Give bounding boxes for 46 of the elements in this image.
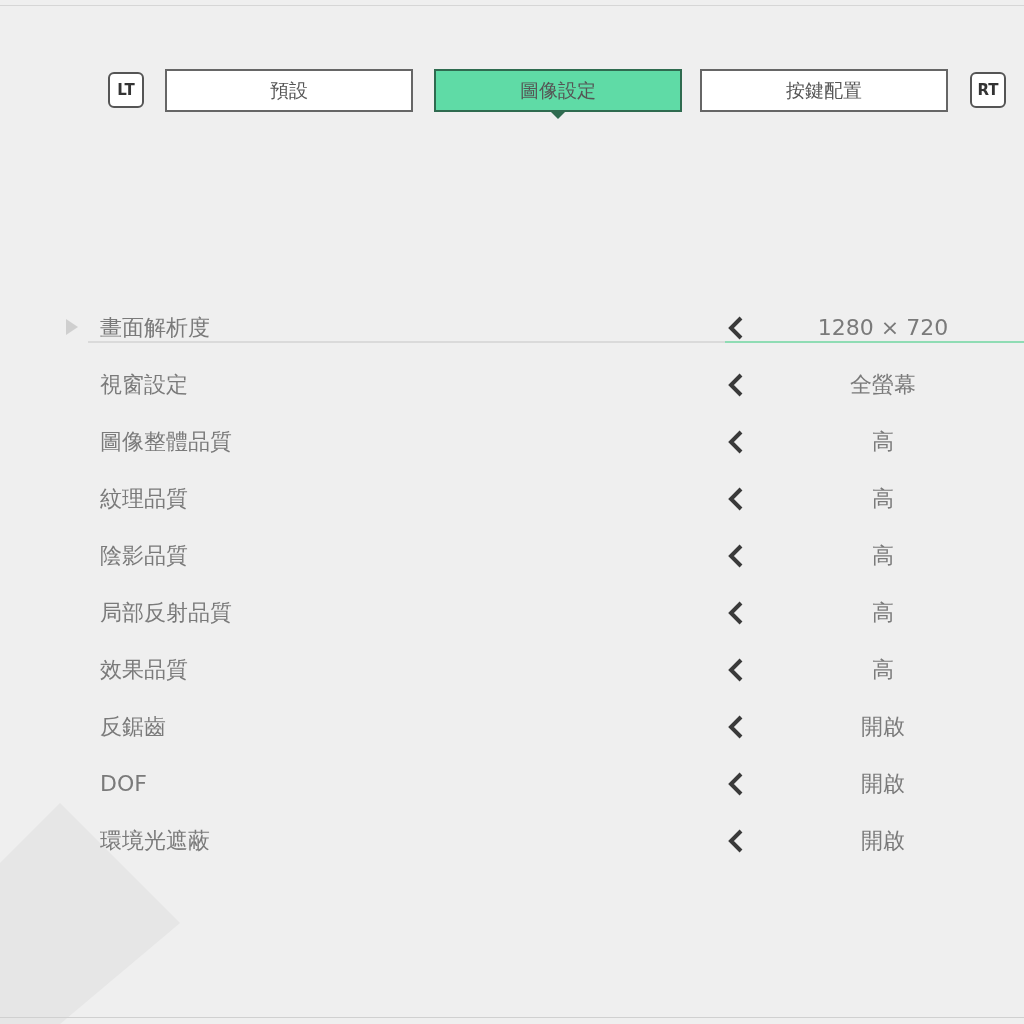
setting-row[interactable]: 反鋸齒 開啟 bbox=[0, 698, 1024, 755]
setting-value: 開啟 bbox=[860, 770, 906, 798]
chevron-left-icon[interactable] bbox=[726, 373, 744, 397]
setting-row[interactable]: 環境光遮蔽 開啟 bbox=[0, 812, 1024, 869]
setting-value: 全螢幕 bbox=[849, 371, 917, 399]
shoulder-key-icon[interactable]: LT bbox=[108, 72, 144, 108]
tab-pointer-icon bbox=[549, 109, 567, 119]
chevron-left-icon[interactable] bbox=[726, 658, 744, 682]
chevron-left-icon[interactable] bbox=[726, 715, 744, 739]
setting-row[interactable]: 視窗設定 全螢幕 bbox=[0, 356, 1024, 413]
setting-value: 開啟 bbox=[860, 713, 906, 741]
selection-arrow-icon bbox=[66, 319, 78, 335]
setting-value: 高 bbox=[871, 485, 895, 513]
chevron-left-icon[interactable] bbox=[726, 430, 744, 454]
setting-label: 畫面解析度 bbox=[100, 314, 210, 342]
tab[interactable]: 按鍵配置 bbox=[700, 68, 948, 112]
setting-label: 陰影品質 bbox=[100, 542, 188, 570]
setting-label: 視窗設定 bbox=[100, 371, 188, 399]
chevron-left-icon[interactable] bbox=[726, 601, 744, 625]
setting-label: 局部反射品質 bbox=[100, 599, 232, 627]
chevron-left-icon[interactable] bbox=[726, 487, 744, 511]
setting-value: 高 bbox=[871, 656, 895, 684]
setting-label: 效果品質 bbox=[100, 656, 188, 684]
tab[interactable]: 預設 bbox=[165, 68, 413, 112]
setting-row[interactable]: DOF 開啟 bbox=[0, 755, 1024, 812]
setting-value: 高 bbox=[871, 428, 895, 456]
setting-label: DOF bbox=[100, 770, 147, 798]
setting-row[interactable]: 畫面解析度 1280 × 720 bbox=[0, 299, 1024, 356]
setting-label: 紋理品質 bbox=[100, 485, 188, 513]
chevron-left-icon[interactable] bbox=[726, 316, 744, 340]
setting-row[interactable]: 局部反射品質 高 bbox=[0, 584, 1024, 641]
setting-value: 高 bbox=[871, 599, 895, 627]
setting-row[interactable]: 陰影品質 高 bbox=[0, 527, 1024, 584]
setting-value: 開啟 bbox=[860, 827, 906, 855]
chevron-left-icon[interactable] bbox=[726, 772, 744, 796]
setting-row[interactable]: 圖像整體品質 高 bbox=[0, 413, 1024, 470]
chevron-left-icon[interactable] bbox=[726, 544, 744, 568]
shoulder-key-icon[interactable]: RT bbox=[970, 72, 1006, 108]
setting-value: 1280 × 720 bbox=[816, 314, 950, 342]
chevron-left-icon[interactable] bbox=[726, 829, 744, 853]
setting-label: 圖像整體品質 bbox=[100, 428, 232, 456]
setting-label: 反鋸齒 bbox=[100, 713, 166, 741]
setting-row[interactable]: 紋理品質 高 bbox=[0, 470, 1024, 527]
setting-label: 環境光遮蔽 bbox=[100, 827, 210, 855]
setting-value: 高 bbox=[871, 542, 895, 570]
setting-row[interactable]: 效果品質 高 bbox=[0, 641, 1024, 698]
